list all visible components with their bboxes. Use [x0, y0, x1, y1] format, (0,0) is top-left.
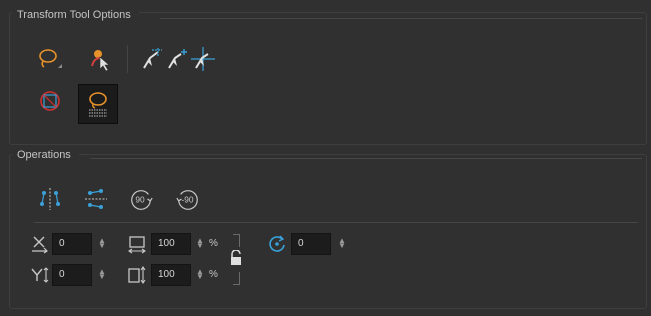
rotate-90-cw-icon: 90 [131, 190, 153, 210]
flip-vertical-icon [85, 189, 107, 209]
height-icon [128, 266, 146, 284]
rotate-90-ccw-button[interactable]: -90 [175, 186, 201, 212]
snap-to-contour-button[interactable] [138, 46, 164, 72]
rotate-90-cw-button[interactable]: 90 [128, 186, 154, 212]
y-position-icon [31, 267, 49, 283]
lasso-mode-icon [89, 92, 107, 117]
transform-tool-options-panel: Transform Tool Options Operations 90 -90… [0, 0, 651, 316]
height-unit: % [209, 269, 218, 280]
width-icon [128, 236, 146, 254]
lasso-select-icon [39, 49, 62, 68]
operations-separator [34, 222, 638, 223]
marquee-select-button[interactable] [37, 88, 63, 114]
lasso-select-button[interactable] [36, 46, 62, 72]
flip-vertical-button[interactable] [83, 186, 109, 212]
snap-to-contour-icon [143, 48, 162, 69]
lock-bracket-bottom [233, 272, 240, 285]
group-title-line [160, 18, 642, 19]
select-by-color-icon [91, 50, 110, 72]
width-spinner[interactable]: ▲ ▼ [196, 237, 204, 250]
height-spinner[interactable]: ▲ ▼ [196, 268, 204, 281]
snap-to-contour-icon [168, 49, 187, 69]
operations-group [9, 154, 647, 309]
select-by-color-button[interactable] [88, 46, 114, 72]
angle-label [267, 234, 287, 254]
rotate-cw-glyph: 90 [135, 195, 145, 205]
y-position-input[interactable]: 0 [52, 264, 92, 286]
operations-title: Operations [12, 149, 79, 161]
marquee-select-icon [40, 91, 60, 111]
x-position-icon [32, 236, 48, 254]
y-position-label [30, 265, 50, 285]
lock-icon [231, 250, 241, 265]
transform-options-title: Transform Tool Options [12, 9, 139, 21]
snap-and-align-button[interactable] [190, 46, 216, 72]
lasso-mode-button[interactable] [78, 84, 118, 124]
lock-ratio-button[interactable] [227, 249, 245, 267]
rotate-angle-icon [269, 235, 285, 252]
transform-options-group [9, 12, 647, 145]
width-unit: % [209, 238, 218, 249]
angle-spinner[interactable]: ▲ ▼ [338, 237, 346, 250]
width-input[interactable]: 100 [151, 233, 191, 255]
lock-bracket-top [233, 234, 240, 247]
rotate-90-ccw-icon: -90 [176, 190, 198, 210]
height-input[interactable]: 100 [151, 264, 191, 286]
x-position-label [30, 234, 50, 254]
width-label [127, 234, 147, 254]
x-position-input[interactable]: 0 [52, 233, 92, 255]
x-position-spinner[interactable]: ▲ ▼ [98, 237, 106, 250]
y-position-spinner[interactable]: ▲ ▼ [98, 268, 106, 281]
rotate-ccw-glyph: -90 [182, 195, 194, 205]
height-label [127, 265, 147, 285]
angle-input[interactable]: 0 [291, 233, 331, 255]
snap-and-align-icon [191, 47, 215, 71]
snap-to-contour-alt-button[interactable] [163, 46, 189, 72]
flip-horizontal-icon [40, 188, 60, 210]
group-title-line [90, 158, 642, 159]
flip-horizontal-button[interactable] [37, 186, 63, 212]
tool-separator [127, 45, 128, 73]
